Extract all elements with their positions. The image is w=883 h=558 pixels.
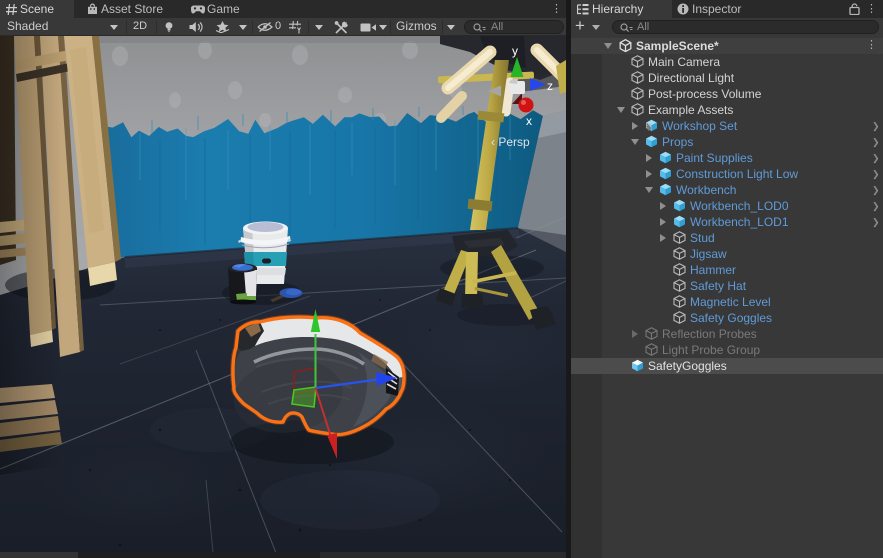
svg-text:z: z bbox=[547, 79, 553, 93]
svg-text:y: y bbox=[512, 44, 518, 58]
svg-text:x: x bbox=[526, 114, 532, 128]
svg-text:‹ Persp: ‹ Persp bbox=[491, 135, 530, 149]
